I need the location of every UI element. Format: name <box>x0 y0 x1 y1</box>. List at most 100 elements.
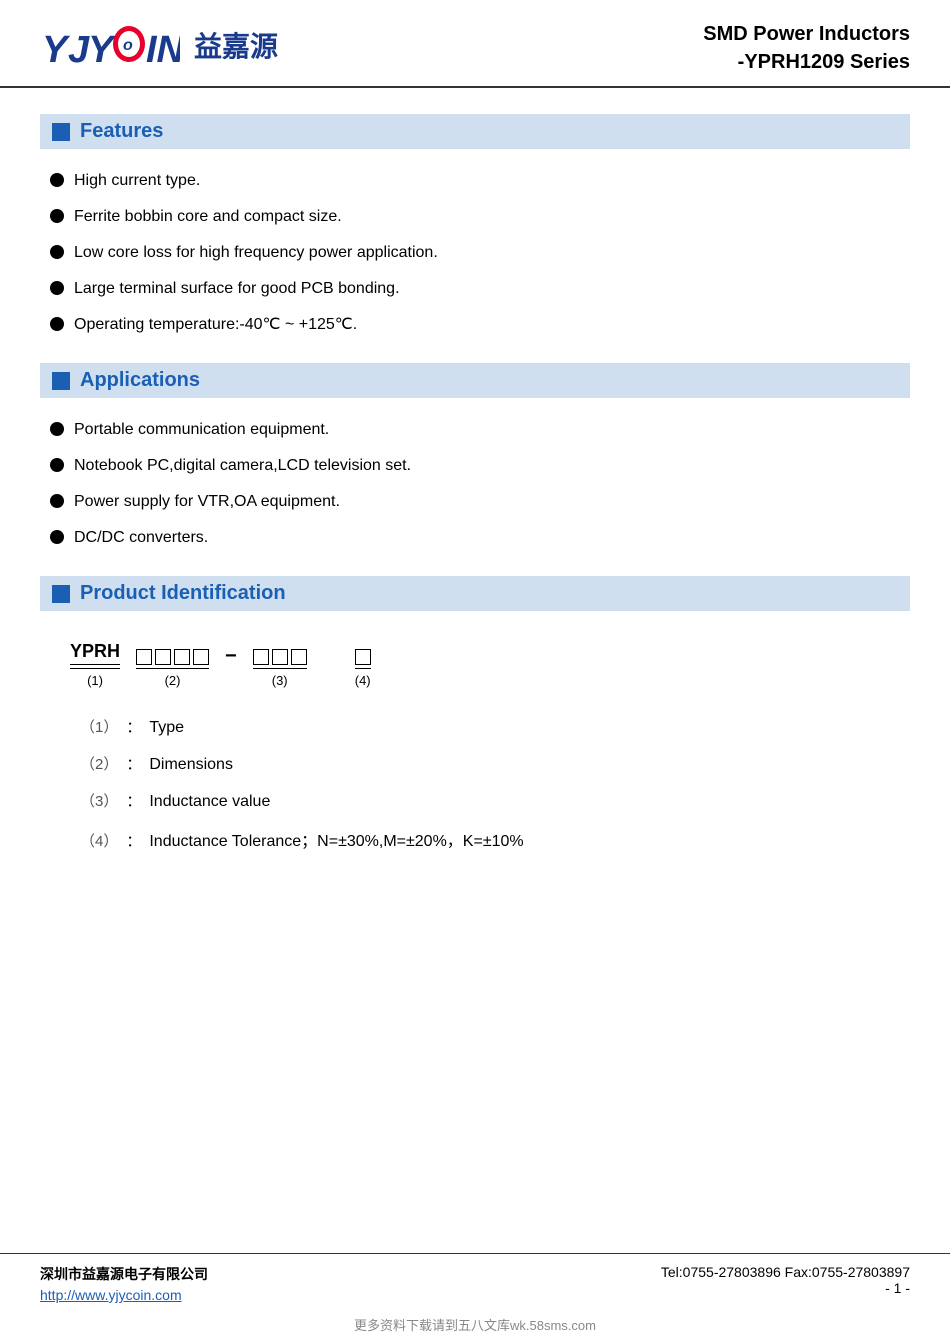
pid-box <box>136 649 152 665</box>
pid-dims-top <box>136 649 209 669</box>
bullet-dot <box>50 422 64 436</box>
pid-label-4: (4) <box>355 673 371 688</box>
product-id-section-header: Product Identification <box>40 576 910 611</box>
pid-desc-row-1: （1） ： Type <box>80 708 880 745</box>
list-item: Operating temperature:-40℃ ~ +125℃. <box>40 307 910 343</box>
header-title: SMD Power Inductors -YPRH1209 Series <box>703 20 910 76</box>
features-section-header: Features <box>40 114 910 149</box>
footer-url[interactable]: http://www.yjycoin.com <box>40 1287 208 1303</box>
app-item-4: DC/DC converters. <box>74 526 208 550</box>
logo-box: Y J Y o IN 益嘉源 <box>40 20 278 70</box>
feature-item-1: High current type. <box>74 169 200 193</box>
pid-desc-colon-4: ： <box>126 830 141 851</box>
header: Y J Y o IN 益嘉源 SMD Power Inductors -YPRH… <box>0 0 950 88</box>
pid-inductance-top <box>253 649 307 669</box>
pid-inductance-item: (3) <box>253 649 307 688</box>
bullet-dot <box>50 209 64 223</box>
feature-item-3: Low core loss for high frequency power a… <box>74 241 438 265</box>
footer-right: Tel:0755-27803896 Fax:0755-27803897 - 1 … <box>661 1264 910 1296</box>
list-item: Power supply for VTR,OA equipment. <box>40 484 910 520</box>
pid-dims-item: (2) <box>136 649 209 688</box>
list-item: Large terminal surface for good PCB bond… <box>40 271 910 307</box>
logo-chinese-text: 益嘉源 <box>194 25 278 65</box>
pid-desc-text-3: Inductance value <box>149 793 270 811</box>
product-id-title: Product Identification <box>80 582 286 605</box>
bullet-dot <box>50 530 64 544</box>
pid-prefix-item: YPRH (1) <box>70 641 120 688</box>
svg-text:IN: IN <box>146 29 180 70</box>
logo-area: Y J Y o IN 益嘉源 <box>40 20 278 70</box>
pid-desc-num-3: （3） <box>80 790 118 811</box>
pid-box <box>193 649 209 665</box>
pid-tolerance-item: (4) <box>355 649 371 688</box>
pid-box <box>291 649 307 665</box>
list-item: High current type. <box>40 163 910 199</box>
pid-desc-text-2: Dimensions <box>149 756 233 774</box>
svg-text:o: o <box>123 37 133 54</box>
features-list: High current type. Ferrite bobbin core a… <box>40 159 910 347</box>
feature-item-2: Ferrite bobbin core and compact size. <box>74 205 342 229</box>
watermark: 更多资料下载请到五八文库wk.58sms.com <box>0 1309 950 1344</box>
applications-icon <box>52 372 70 390</box>
bullet-dot <box>50 458 64 472</box>
pid-desc-colon-1: ： <box>126 716 141 737</box>
app-item-1: Portable communication equipment. <box>74 418 329 442</box>
pid-box <box>155 649 171 665</box>
main-content: Features High current type. Ferrite bobb… <box>0 88 950 1066</box>
bullet-dot <box>50 494 64 508</box>
page: Y J Y o IN 益嘉源 SMD Power Inductors -YPRH… <box>0 0 950 1344</box>
app-item-3: Power supply for VTR,OA equipment. <box>74 490 340 514</box>
footer-page: - 1 - <box>661 1280 910 1296</box>
footer-company: 深圳市益嘉源电子有限公司 <box>40 1264 208 1284</box>
list-item: Notebook PC,digital camera,LCD televisio… <box>40 448 910 484</box>
bullet-dot <box>50 281 64 295</box>
feature-item-4: Large terminal surface for good PCB bond… <box>74 277 400 301</box>
pid-desc-num-2: （2） <box>80 753 118 774</box>
pid-label-2: (2) <box>165 673 181 688</box>
svg-text:Y: Y <box>88 29 117 70</box>
applications-title: Applications <box>80 369 200 392</box>
list-item: Portable communication equipment. <box>40 412 910 448</box>
applications-list: Portable communication equipment. Notebo… <box>40 408 910 560</box>
pid-label-3: (3) <box>272 673 288 688</box>
list-item: Ferrite bobbin core and compact size. <box>40 199 910 235</box>
pid-prefix-top: YPRH <box>70 641 120 669</box>
pid-desc-colon-2: ： <box>126 753 141 774</box>
pid-descriptions: （1） ： Type （2） ： Dimensions （3） ： Induct… <box>40 688 910 869</box>
pid-desc-row-4: （4） ： Inductance Tolerance；N=±30%,M=±20%… <box>80 819 880 859</box>
logo-svg: Y J Y o IN <box>40 20 180 70</box>
features-title: Features <box>80 120 163 143</box>
pid-prefix-text: YPRH <box>70 641 120 665</box>
app-item-2: Notebook PC,digital camera,LCD televisio… <box>74 454 411 478</box>
features-icon <box>52 123 70 141</box>
list-item: DC/DC converters. <box>40 520 910 556</box>
pid-desc-colon-3: ： <box>126 790 141 811</box>
bullet-dot <box>50 173 64 187</box>
footer-tel-fax: Tel:0755-27803896 Fax:0755-27803897 <box>661 1264 910 1280</box>
pid-box <box>253 649 269 665</box>
feature-item-5: Operating temperature:-40℃ ~ +125℃. <box>74 313 357 337</box>
pid-box <box>174 649 190 665</box>
pid-tolerance-top <box>355 649 371 669</box>
pid-desc-row-2: （2） ： Dimensions <box>80 745 880 782</box>
bullet-dot <box>50 245 64 259</box>
product-id-icon <box>52 585 70 603</box>
pid-desc-num-4: （4） <box>80 830 118 851</box>
applications-section-header: Applications <box>40 363 910 398</box>
pid-desc-row-3: （3） ： Inductance value <box>80 782 880 819</box>
pid-box <box>272 649 288 665</box>
svg-text:J: J <box>68 29 90 70</box>
pid-desc-text-4: Inductance Tolerance；N=±30%,M=±20%，K=±10… <box>149 827 523 851</box>
pid-separator: − <box>225 645 237 668</box>
product-id-diagram: YPRH (1) (2) − <box>40 621 910 688</box>
pid-label-1: (1) <box>87 673 103 688</box>
svg-text:Y: Y <box>42 29 71 70</box>
pid-desc-num-1: （1） <box>80 716 118 737</box>
spacer <box>0 1066 950 1253</box>
pid-desc-text-1: Type <box>149 719 184 737</box>
footer: 深圳市益嘉源电子有限公司 http://www.yjycoin.com Tel:… <box>0 1253 950 1309</box>
footer-left: 深圳市益嘉源电子有限公司 http://www.yjycoin.com <box>40 1264 208 1303</box>
title-line1: SMD Power Inductors <box>703 20 910 48</box>
pid-box <box>355 649 371 665</box>
bullet-dot <box>50 317 64 331</box>
